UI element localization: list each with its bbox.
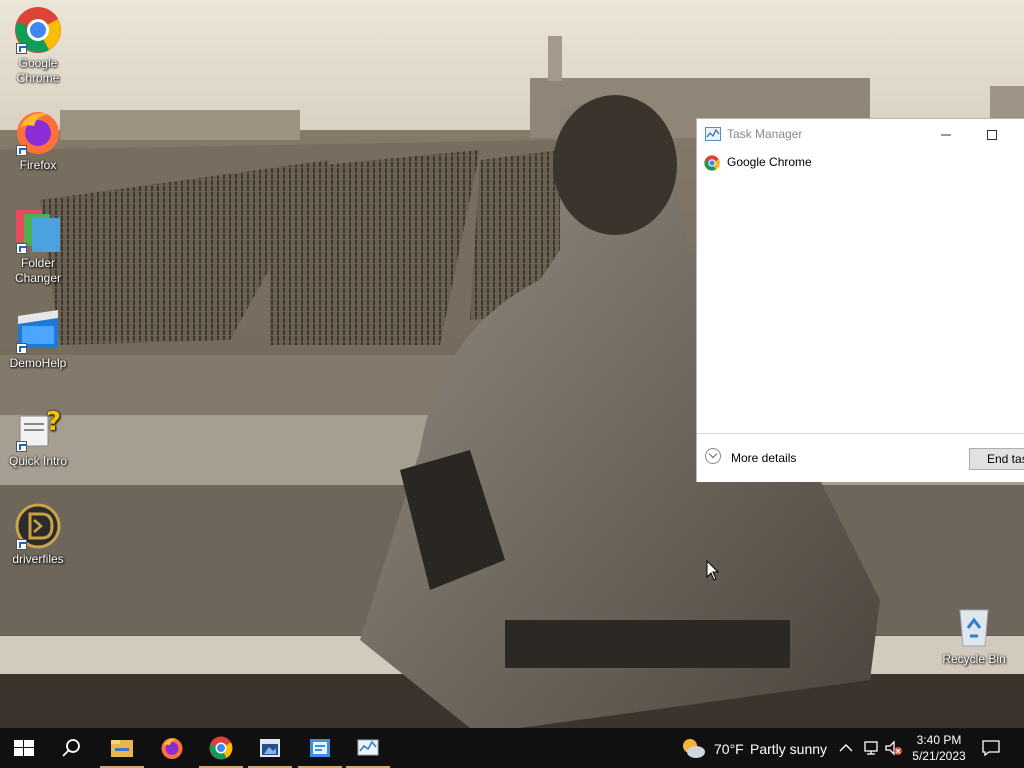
file-explorer-icon — [111, 740, 133, 757]
app-icon-1 — [260, 739, 280, 757]
chrome-icon — [704, 155, 720, 171]
quick-intro-icon: ? — [14, 404, 62, 452]
start-button[interactable] — [0, 728, 48, 768]
taskbar: 70°F Partly sunny 3:40 PM 5/21/2023 — [0, 728, 1024, 768]
weather-condition[interactable]: Partly sunny — [750, 741, 827, 757]
chevron-up-icon[interactable] — [838, 740, 854, 759]
more-details-link[interactable]: More details — [731, 451, 796, 465]
volume-muted-icon[interactable] — [884, 740, 904, 759]
clock-time: 3:40 PM — [916, 733, 962, 747]
desktop-icon-recycle-bin[interactable]: Recycle Bin — [936, 602, 1012, 667]
chevron-down-icon[interactable] — [705, 448, 721, 464]
desktop-icon-folder-changer[interactable]: Folder Changer — [0, 206, 76, 286]
folder-changer-icon — [14, 206, 62, 254]
taskbar-file-explorer[interactable] — [98, 728, 146, 768]
start-icon — [14, 740, 34, 756]
app-icon-2 — [310, 739, 330, 757]
end-task-button[interactable]: End task — [969, 448, 1024, 470]
firefox-icon — [14, 108, 62, 156]
taskbar-app-2[interactable] — [296, 728, 344, 768]
search-button[interactable] — [48, 728, 96, 768]
network-icon[interactable] — [862, 740, 880, 759]
app-list: Google Chrome — [697, 149, 1024, 433]
notification-icon[interactable] — [982, 740, 1000, 759]
desktop-icon-label: Google Chrome — [16, 56, 60, 85]
driverfiles-icon — [14, 502, 62, 550]
taskbar-firefox[interactable] — [148, 728, 196, 768]
partly-sunny-icon[interactable] — [680, 736, 706, 763]
desktop-icon-label: driverfiles — [12, 552, 64, 566]
desktop-icon-google-chrome[interactable]: Google Chrome — [0, 6, 76, 86]
chrome-icon — [14, 6, 62, 54]
search-icon — [62, 739, 80, 757]
task-manager-icon — [357, 739, 379, 756]
minimize-button[interactable] — [923, 119, 969, 149]
clock-date: 5/21/2023 — [912, 749, 966, 763]
desktop-icon-label: Folder Changer — [14, 256, 62, 285]
taskbar-app-1[interactable] — [246, 728, 294, 768]
desktop-icon-label: Quick Intro — [8, 454, 68, 468]
desktop-icon-quick-intro[interactable]: ? Quick Intro — [0, 404, 76, 469]
maximize-button[interactable] — [969, 119, 1015, 149]
task-manager-window[interactable]: Task Manager Google Chrome More details … — [696, 118, 1024, 482]
weather-temp[interactable]: 70°F — [714, 741, 744, 757]
task-manager-icon — [705, 127, 721, 141]
chrome-icon — [209, 736, 233, 760]
svg-text:?: ? — [46, 407, 61, 437]
firefox-icon — [161, 738, 183, 759]
demohelp-icon — [14, 306, 62, 354]
recycle-bin-icon — [950, 602, 998, 650]
window-title: Task Manager — [727, 127, 803, 141]
title-bar[interactable]: Task Manager — [697, 119, 1024, 149]
list-item[interactable]: Google Chrome — [697, 149, 1024, 177]
desktop-icon-label: Firefox — [19, 158, 57, 172]
task-manager-footer: More details End task — [697, 433, 1024, 482]
desktop-icon-label: Recycle Bin — [942, 652, 1006, 666]
mouse-cursor-icon — [706, 560, 720, 581]
desktop-icon-driverfiles[interactable]: driverfiles — [0, 502, 76, 567]
app-name: Google Chrome — [727, 155, 812, 169]
desktop-icon-label: DemoHelp — [9, 356, 67, 370]
taskbar-task-manager[interactable] — [344, 728, 392, 768]
desktop-icon-firefox[interactable]: Firefox — [0, 108, 76, 173]
desktop-icon-demohelp[interactable]: DemoHelp — [0, 306, 76, 371]
taskbar-clock[interactable]: 3:40 PM 5/21/2023 — [906, 732, 972, 764]
taskbar-chrome[interactable] — [197, 728, 245, 768]
